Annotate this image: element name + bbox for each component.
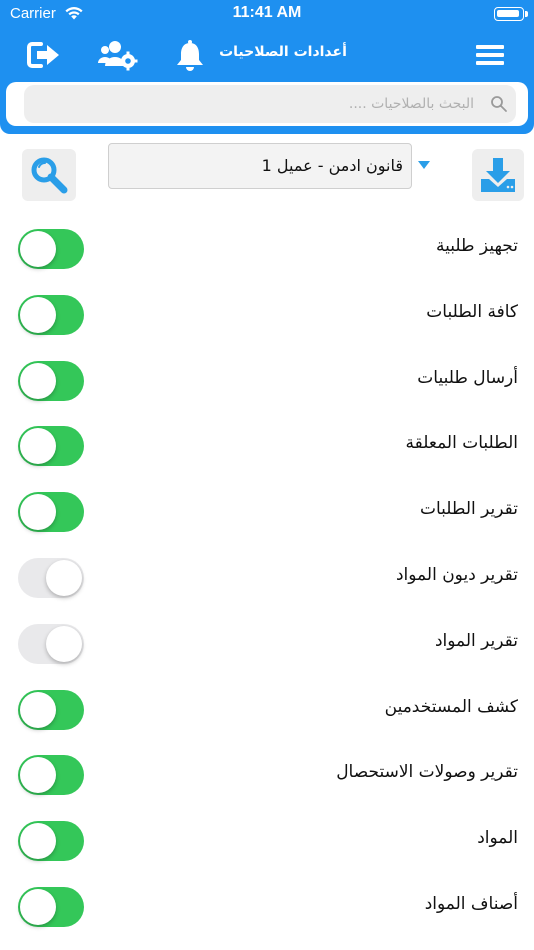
permission-row: أصناف المواد — [0, 874, 534, 940]
permission-row: كشف المستخدمين — [0, 677, 534, 743]
search-input[interactable] — [34, 85, 474, 123]
permission-toggle[interactable] — [18, 886, 84, 927]
battery-icon — [494, 7, 528, 21]
permission-label: تجهيز طلبية — [436, 236, 518, 256]
permission-row: أرسال طلبيات — [0, 348, 534, 414]
permission-label: تقرير الطلبات — [419, 499, 518, 520]
permission-toggle[interactable] — [18, 229, 84, 269]
permission-row: المواد — [0, 808, 534, 874]
permission-toggle[interactable] — [18, 426, 84, 467]
permission-row: الطلبات المعلقة — [0, 413, 534, 479]
nav-bar: أعدادات الصلاحيات — [0, 30, 534, 80]
permission-toggle[interactable] — [18, 360, 84, 401]
permission-label: تقرير ديون المواد — [395, 564, 518, 585]
permission-label: أرسال طلبيات — [417, 367, 518, 388]
permission-label: المواد — [477, 828, 518, 849]
search-field[interactable] — [24, 85, 516, 123]
search-magnifier-icon — [491, 96, 507, 112]
permission-row: كافة الطلبات — [0, 282, 534, 348]
logout-icon[interactable] — [24, 38, 64, 72]
permission-toggle[interactable] — [18, 755, 84, 796]
permission-toggle[interactable] — [18, 821, 84, 862]
permission-toggle[interactable] — [18, 623, 84, 664]
permission-toggle[interactable] — [18, 294, 84, 335]
download-icon — [481, 158, 515, 192]
permission-label: أصناف المواد — [424, 893, 518, 914]
page-title: أعدادات الصلاحيات — [219, 44, 347, 60]
search-icon — [31, 157, 68, 194]
permission-toggle[interactable] — [18, 689, 84, 730]
permissions-list: تجهيز طلبية كافة الطلبات أرسال طلبيات ال… — [0, 216, 534, 940]
permission-row: تجهيز طلبية — [0, 216, 534, 282]
permission-label: كافة الطلبات — [426, 301, 518, 322]
download-button[interactable] — [472, 149, 524, 201]
search-button[interactable] — [22, 149, 76, 201]
permission-label: تقرير وصولات الاستحصال — [336, 762, 518, 783]
app-header: Carrier 11:41 AM أعدادات الصلاحيات البحث… — [0, 0, 534, 134]
menu-icon[interactable] — [470, 38, 510, 72]
permission-row: تقرير المواد — [0, 611, 534, 677]
permission-label: الطلبات المعلقة — [405, 433, 518, 454]
permission-row: تقرير وصولات الاستحصال — [0, 742, 534, 808]
permission-row: تقرير الطلبات — [0, 479, 534, 545]
search-container — [6, 82, 528, 126]
permission-label: كشف المستخدمين — [384, 696, 518, 717]
permission-toggle[interactable] — [18, 557, 84, 598]
status-bar: Carrier 11:41 AM — [0, 0, 534, 30]
status-time: 11:41 AM — [232, 4, 302, 21]
account-select-value: قانون ادمن - عميل 1 — [261, 156, 403, 175]
permission-toggle[interactable] — [18, 492, 84, 533]
permissions-settings-screen: Carrier 11:41 AM أعدادات الصلاحيات البحث… — [0, 0, 534, 950]
permission-row: تقرير ديون المواد — [0, 545, 534, 611]
chevron-down-icon[interactable] — [418, 161, 430, 169]
permission-label: تقرير المواد — [434, 630, 518, 651]
account-select[interactable]: قانون ادمن - عميل 1 — [108, 143, 412, 189]
user-settings-icon[interactable] — [96, 38, 140, 72]
